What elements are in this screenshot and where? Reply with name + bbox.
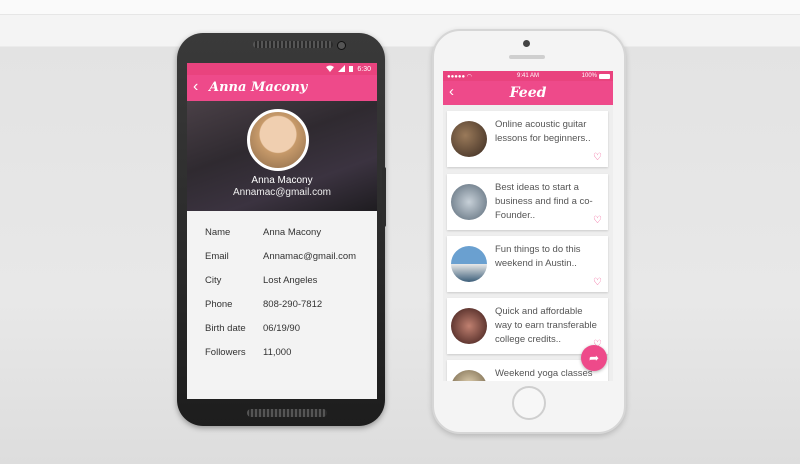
status-time: 6:30 [357, 66, 371, 73]
speaker-grille-bottom [247, 409, 327, 417]
detail-label: Phone [205, 299, 233, 310]
detail-row: Followers 11,000 [205, 347, 375, 371]
detail-row: Email Annamac@gmail.com [205, 251, 375, 275]
avatar [247, 109, 309, 171]
iphone: ●●●●● ◠ 9:41 AM 100% ‹ Feed Online acous… [432, 29, 626, 434]
page-title: Anna Macony [209, 80, 308, 95]
back-arrow-icon[interactable]: ‹ [193, 78, 198, 96]
card-thumbnail [451, 246, 487, 282]
detail-value: Anna Macony [263, 227, 322, 238]
detail-value: Lost Angeles [263, 275, 318, 286]
feed-card[interactable]: Online acoustic guitar lessons for begin… [447, 111, 608, 167]
heart-icon[interactable]: ♡ [593, 215, 602, 226]
detail-value: Annamac@gmail.com [263, 251, 357, 262]
detail-row: Phone 808-290-7812 [205, 299, 375, 323]
detail-label: City [205, 275, 222, 286]
android-screen: 6:30 ‹ Anna Macony Anna Macony Annamac@g… [187, 63, 377, 399]
feed-card[interactable]: Best ideas to start a business and find … [447, 174, 608, 230]
card-thumbnail [451, 184, 487, 220]
home-button[interactable] [512, 386, 546, 420]
detail-row: Name Anna Macony [205, 227, 375, 251]
app-bar: ‹ Feed [443, 81, 613, 105]
card-thumbnail [451, 370, 487, 381]
card-text: Quick and affordable way to earn transfe… [495, 306, 597, 345]
profile-details: Name Anna Macony Email Annamac@gmail.com… [205, 227, 375, 371]
app-bar: ‹ Anna Macony [187, 75, 377, 101]
detail-label: Email [205, 251, 229, 262]
status-bar: 6:30 [187, 63, 377, 75]
wifi-icon [326, 65, 335, 74]
share-fab[interactable]: ➦ [581, 345, 607, 371]
signal-icon [338, 65, 346, 74]
card-thumbnail [451, 308, 487, 344]
battery-icon [349, 65, 354, 74]
android-phone: 6:30 ‹ Anna Macony Anna Macony Annamac@g… [177, 33, 386, 426]
top-band [0, 0, 800, 15]
card-thumbnail [451, 121, 487, 157]
detail-value: 06/19/90 [263, 323, 300, 334]
heart-icon[interactable]: ♡ [593, 277, 602, 288]
detail-label: Name [205, 227, 231, 238]
power-button [382, 167, 386, 227]
card-text: Online acoustic guitar lessons for begin… [495, 119, 591, 144]
card-text: Fun things to do this weekend in Austin.… [495, 244, 581, 269]
profile-email: Annamac@gmail.com [233, 187, 331, 198]
front-camera [523, 40, 530, 47]
earpiece [509, 55, 545, 59]
detail-row: Birth date 06/19/90 [205, 323, 375, 347]
page-title: Feed [509, 85, 547, 101]
detail-label: Followers [205, 347, 246, 358]
detail-row: City Lost Angeles [205, 275, 375, 299]
heart-icon[interactable]: ♡ [593, 152, 602, 163]
feed-card[interactable]: Fun things to do this weekend in Austin.… [447, 236, 608, 292]
card-text: Best ideas to start a business and find … [495, 182, 593, 221]
profile-name: Anna Macony [251, 175, 313, 186]
detail-value: 11,000 [263, 347, 292, 358]
speaker-grille [253, 41, 333, 48]
iphone-screen: ●●●●● ◠ 9:41 AM 100% ‹ Feed Online acous… [443, 71, 613, 381]
card-text: Weekend yoga classes [495, 368, 593, 379]
battery-icon [599, 74, 610, 79]
profile-header: Anna Macony Annamac@gmail.com [187, 101, 377, 211]
front-camera [337, 41, 346, 50]
detail-value: 808-290-7812 [263, 299, 323, 310]
status-battery: 100% [581, 73, 597, 79]
status-bar: ●●●●● ◠ 9:41 AM 100% [443, 71, 613, 81]
feed-card[interactable]: Quick and affordable way to earn transfe… [447, 298, 608, 354]
share-icon: ➦ [588, 351, 600, 365]
detail-label: Birth date [205, 323, 246, 334]
